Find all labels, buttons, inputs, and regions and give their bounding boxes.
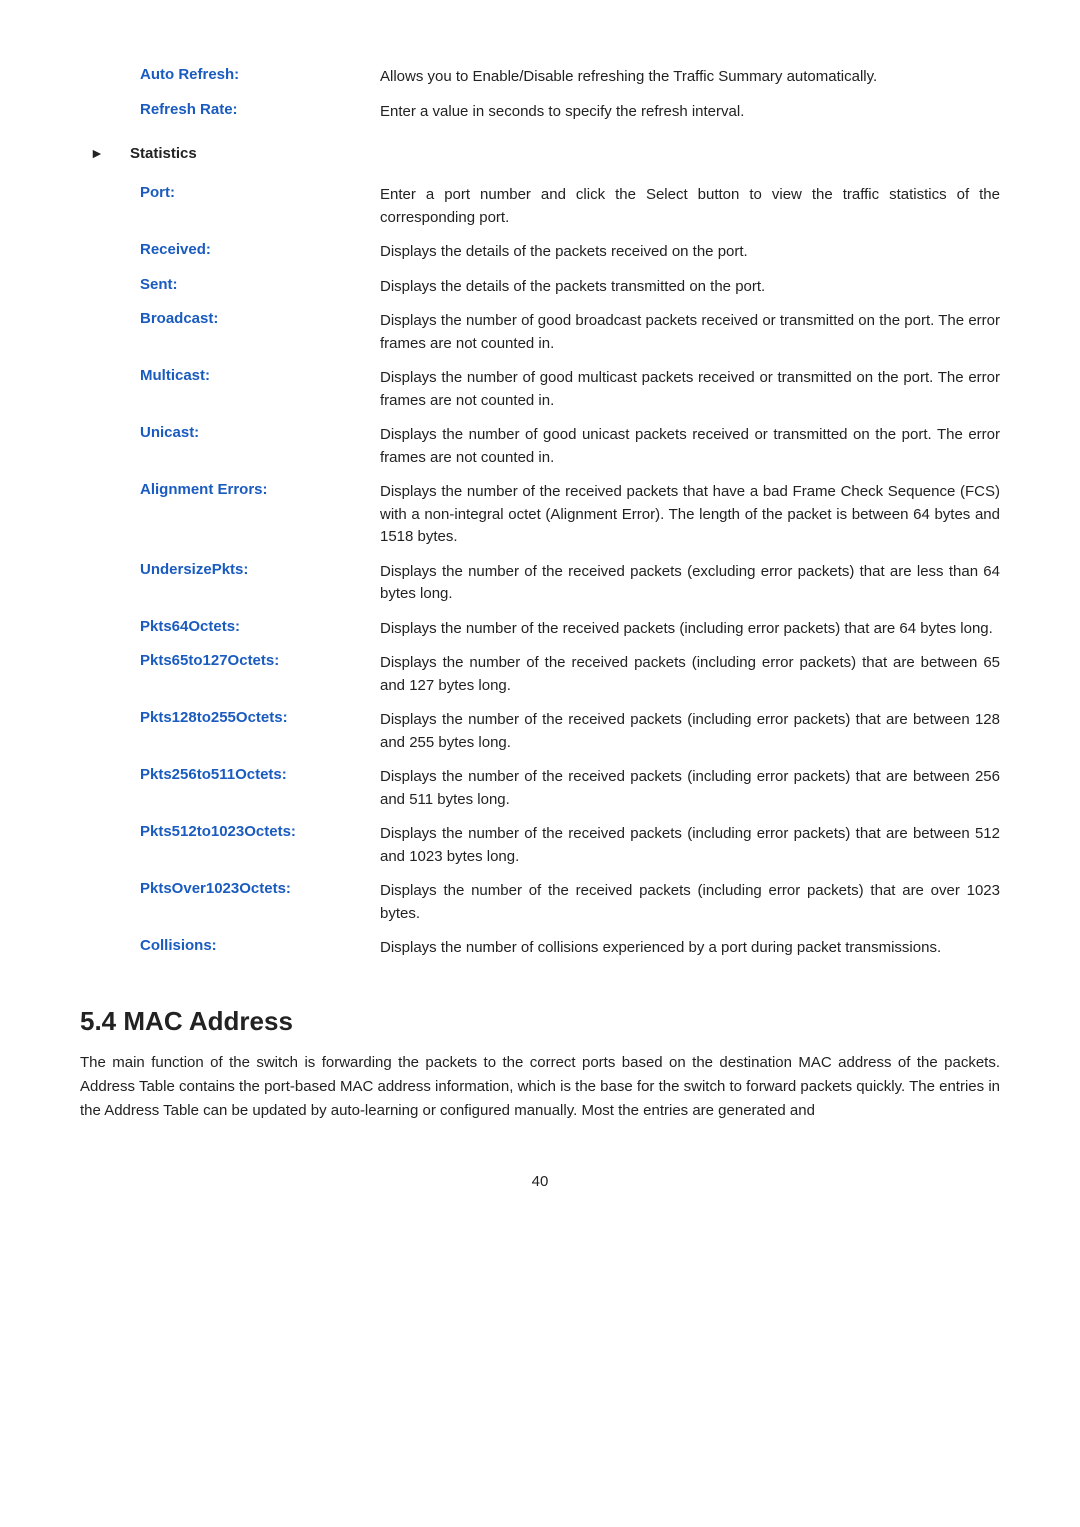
refresh-rate-desc: Enter a value in seconds to specify the … <box>380 95 1000 130</box>
stat-received-label: Received: <box>140 235 380 270</box>
stat-alignment-label: Alignment Errors: <box>140 475 380 555</box>
stat-undersizepkts-label: UndersizePkts: <box>140 555 380 612</box>
stat-alignment-desc: Displays the number of the received pack… <box>380 475 1000 555</box>
stat-pkts128-label: Pkts128to255Octets: <box>140 703 380 760</box>
stat-sent-label: Sent: <box>140 270 380 305</box>
stat-undersizepkts-desc: Displays the number of the received pack… <box>380 555 1000 612</box>
stat-collisions-row: Collisions: Displays the number of colli… <box>140 931 1000 966</box>
stat-pkts65-desc: Displays the number of the received pack… <box>380 646 1000 703</box>
statistics-header-row: ► Statistics <box>80 137 1000 170</box>
stat-unicast-desc: Displays the number of good unicast pack… <box>380 418 1000 475</box>
top-fields-table: Auto Refresh: Allows you to Enable/Disab… <box>140 60 1000 129</box>
stat-pkts512-desc: Displays the number of the received pack… <box>380 817 1000 874</box>
stat-pkts64-label: Pkts64Octets: <box>140 612 380 647</box>
stat-multicast-desc: Displays the number of good multicast pa… <box>380 361 1000 418</box>
refresh-rate-label: Refresh Rate: <box>140 95 380 130</box>
stat-undersizepkts-row: UndersizePkts: Displays the number of th… <box>140 555 1000 612</box>
auto-refresh-row: Auto Refresh: Allows you to Enable/Disab… <box>140 60 1000 95</box>
mac-address-section: 5.4 MAC Address The main function of the… <box>80 1006 1000 1123</box>
stat-multicast-label: Multicast: <box>140 361 380 418</box>
stat-port-label: Port: <box>140 178 380 235</box>
stat-alignment-row: Alignment Errors: Displays the number of… <box>140 475 1000 555</box>
stat-broadcast-desc: Displays the number of good broadcast pa… <box>380 304 1000 361</box>
stat-pktsover-row: PktsOver1023Octets: Displays the number … <box>140 874 1000 931</box>
mac-address-section-number: 5.4 <box>80 1006 116 1036</box>
stat-pkts512-row: Pkts512to1023Octets: Displays the number… <box>140 817 1000 874</box>
stat-collisions-label: Collisions: <box>140 931 380 966</box>
mac-address-heading: 5.4 MAC Address <box>80 1006 1000 1037</box>
auto-refresh-label: Auto Refresh: <box>140 60 380 95</box>
stat-broadcast-row: Broadcast: Displays the number of good b… <box>140 304 1000 361</box>
stat-port-desc: Enter a port number and click the Select… <box>380 178 1000 235</box>
stat-pkts65-label: Pkts65to127Octets: <box>140 646 380 703</box>
mac-address-body: The main function of the switch is forwa… <box>80 1051 1000 1123</box>
stat-unicast-label: Unicast: <box>140 418 380 475</box>
page: Auto Refresh: Allows you to Enable/Disab… <box>0 0 1080 1250</box>
stat-pkts64-desc: Displays the number of the received pack… <box>380 612 1000 647</box>
stat-pkts512-label: Pkts512to1023Octets: <box>140 817 380 874</box>
stat-sent-row: Sent: Displays the details of the packet… <box>140 270 1000 305</box>
refresh-rate-row: Refresh Rate: Enter a value in seconds t… <box>140 95 1000 130</box>
statistics-title: Statistics <box>130 137 1000 170</box>
top-fields: Auto Refresh: Allows you to Enable/Disab… <box>80 60 1000 129</box>
page-number: 40 <box>80 1173 1000 1190</box>
stat-pktsover-label: PktsOver1023Octets: <box>140 874 380 931</box>
stat-pkts64-row: Pkts64Octets: Displays the number of the… <box>140 612 1000 647</box>
stat-pkts256-desc: Displays the number of the received pack… <box>380 760 1000 817</box>
stat-collisions-desc: Displays the number of collisions experi… <box>380 931 1000 966</box>
stat-pkts256-label: Pkts256to511Octets: <box>140 760 380 817</box>
stat-received-desc: Displays the details of the packets rece… <box>380 235 1000 270</box>
stat-pkts256-row: Pkts256to511Octets: Displays the number … <box>140 760 1000 817</box>
stat-received-row: Received: Displays the details of the pa… <box>140 235 1000 270</box>
stat-pkts65-row: Pkts65to127Octets: Displays the number o… <box>140 646 1000 703</box>
mac-address-title: MAC Address <box>123 1006 293 1036</box>
statistics-items: Port: Enter a port number and click the … <box>80 178 1000 966</box>
stat-pkts128-row: Pkts128to255Octets: Displays the number … <box>140 703 1000 760</box>
stat-broadcast-label: Broadcast: <box>140 304 380 361</box>
stat-pktsover-desc: Displays the number of the received pack… <box>380 874 1000 931</box>
arrow-icon: ► <box>90 145 104 161</box>
stat-multicast-row: Multicast: Displays the number of good m… <box>140 361 1000 418</box>
stat-port-row: Port: Enter a port number and click the … <box>140 178 1000 235</box>
stat-sent-desc: Displays the details of the packets tran… <box>380 270 1000 305</box>
stat-pkts128-desc: Displays the number of the received pack… <box>380 703 1000 760</box>
auto-refresh-desc: Allows you to Enable/Disable refreshing … <box>380 60 1000 95</box>
statistics-table: Port: Enter a port number and click the … <box>140 178 1000 966</box>
statistics-section-header: ► Statistics <box>80 137 1000 170</box>
stat-unicast-row: Unicast: Displays the number of good uni… <box>140 418 1000 475</box>
